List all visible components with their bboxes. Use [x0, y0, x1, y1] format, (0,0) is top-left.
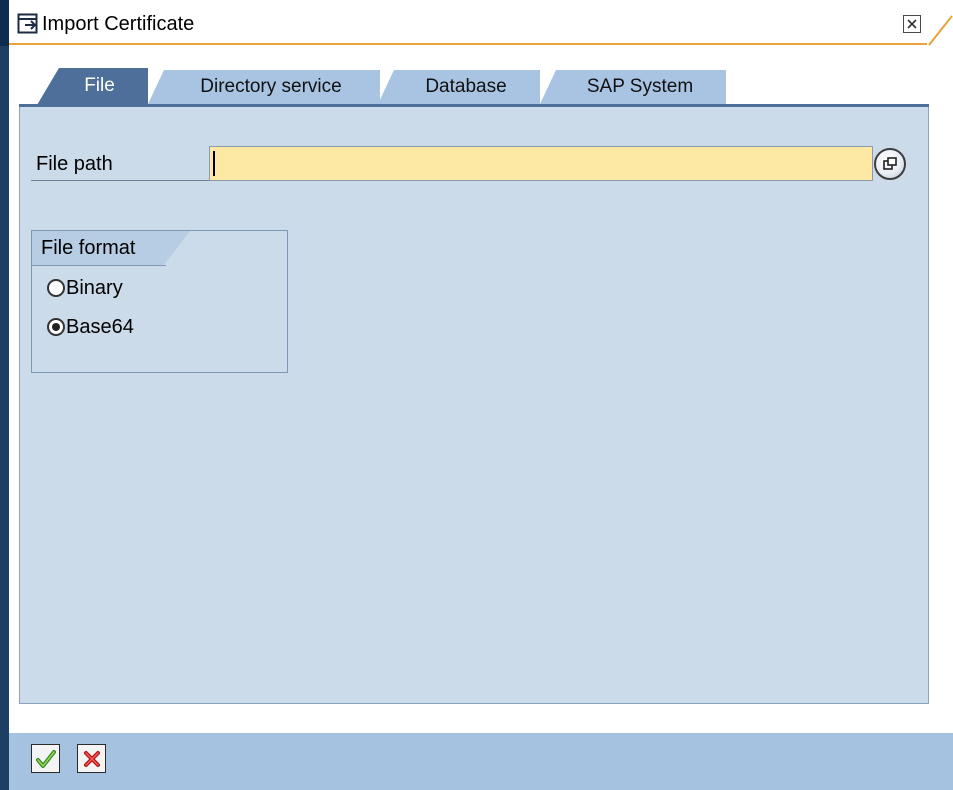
checkmark-icon [36, 750, 56, 768]
tab-sap-system[interactable]: SAP System [540, 70, 726, 104]
binary-radio[interactable] [47, 279, 65, 297]
binary-radio-label[interactable]: Binary [66, 276, 123, 300]
file-format-group-header-line [32, 265, 166, 266]
value-help-icon [883, 157, 897, 170]
file-path-value-help-button[interactable] [874, 148, 906, 180]
file-path-label: File path [36, 153, 113, 175]
cancel-icon [84, 751, 100, 767]
confirm-button[interactable] [31, 744, 60, 773]
bottom-toolbar [9, 733, 953, 790]
window-left-edge [0, 0, 9, 790]
tab-directory-service[interactable]: Directory service [148, 70, 380, 104]
text-cursor [213, 151, 215, 176]
tab-database[interactable]: Database [378, 70, 540, 104]
cancel-button[interactable] [77, 744, 106, 773]
file-format-title: File format [41, 237, 136, 259]
file-path-label-underline [31, 180, 209, 181]
window-title: Import Certificate [42, 13, 195, 35]
close-button[interactable] [903, 15, 921, 33]
file-path-input[interactable] [209, 146, 873, 181]
tab-content-panel [19, 107, 929, 704]
import-dialog-icon [17, 13, 38, 34]
title-accent-slash [928, 15, 953, 46]
base64-radio-label[interactable]: Base64 [66, 315, 134, 339]
title-accent-line [9, 43, 927, 45]
close-icon [907, 19, 917, 29]
base64-radio[interactable] [47, 318, 65, 336]
tab-file[interactable]: File [37, 68, 148, 105]
